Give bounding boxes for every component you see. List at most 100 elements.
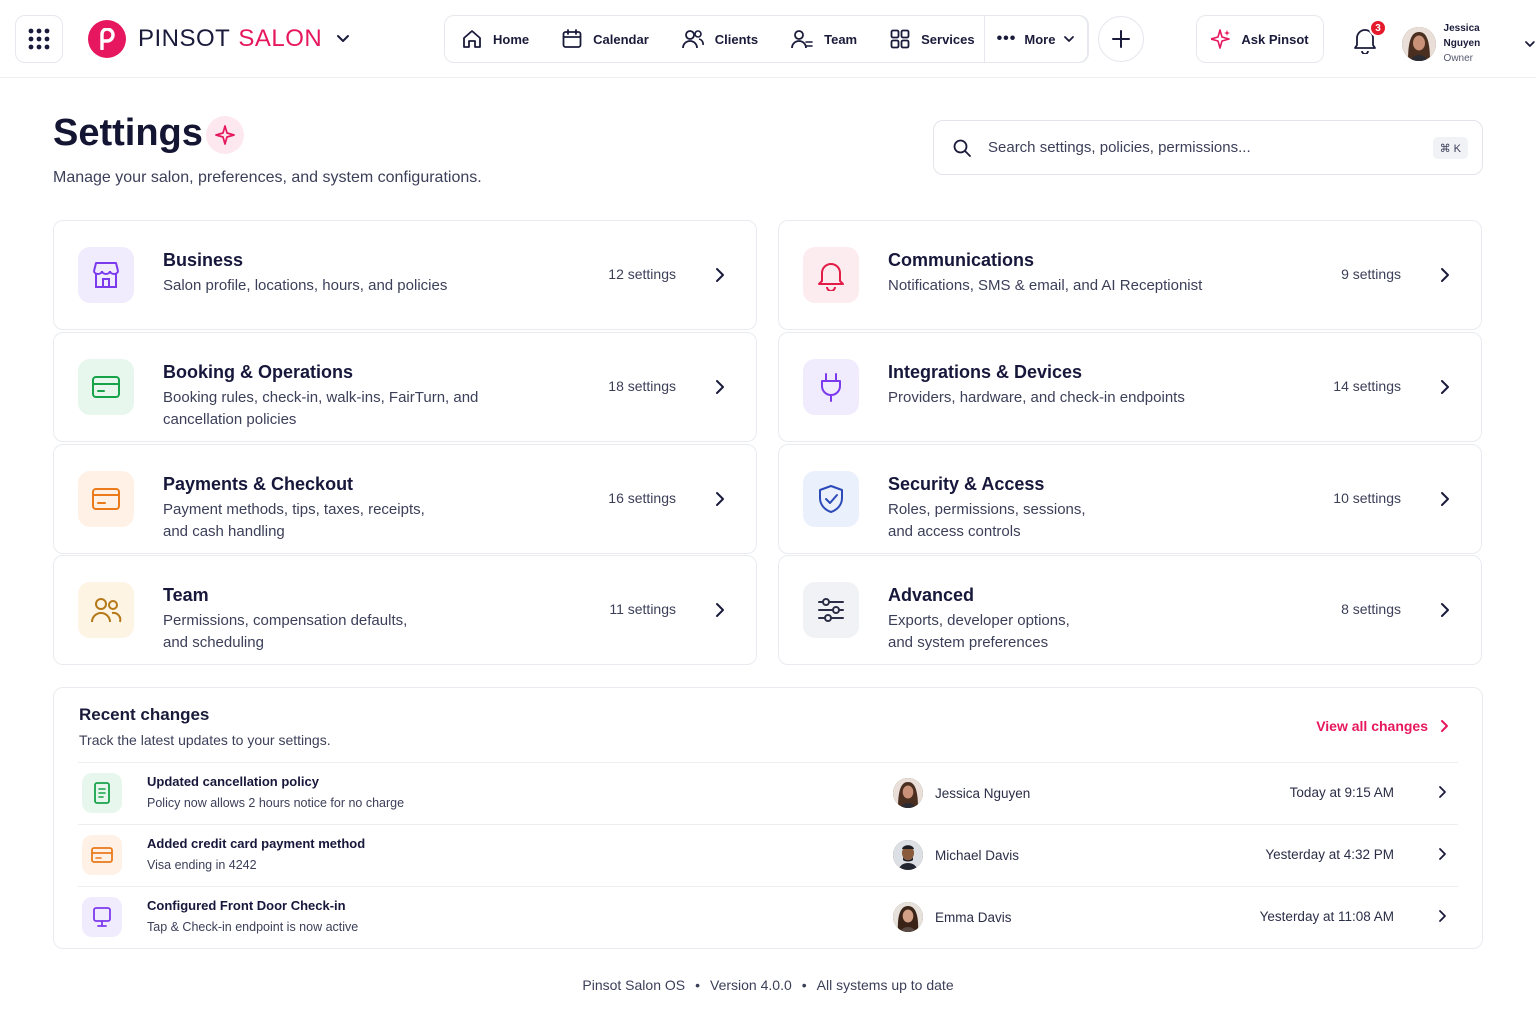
bell-icon: [818, 263, 844, 291]
user-menu[interactable]: Jessica Nguyen Owner: [1402, 21, 1536, 66]
change-user: Emma Davis: [935, 909, 1012, 925]
footer-product: Pinsot Salon OS: [582, 977, 686, 993]
nav-calendar[interactable]: Calendar: [561, 16, 649, 62]
notification-badge: 3: [1369, 19, 1387, 37]
calendar-icon: [562, 29, 582, 48]
settings-card-communications[interactable]: Communications Notifications, SMS & emai…: [778, 220, 1482, 330]
avatar: [1402, 26, 1436, 61]
card-description: Providers, hardware, and check-in endpoi…: [888, 389, 1185, 406]
card-description: Payment methods, tips, taxes, receipts, a…: [163, 501, 425, 540]
change-user: Jessica Nguyen: [935, 785, 1031, 801]
card-title: Security & Access: [888, 474, 1045, 494]
nav-team[interactable]: Team: [790, 16, 857, 62]
settings-search[interactable]: ⌘ K: [933, 120, 1483, 175]
user-name: Jessica Nguyen: [1443, 23, 1481, 49]
card-title: Advanced: [888, 585, 975, 605]
brand-p-icon: [100, 28, 115, 50]
recent-changes-title: Recent changes: [79, 705, 210, 724]
settings-card-security[interactable]: Security & Access Roles, permissions, se…: [778, 444, 1482, 554]
chevron-right-icon: [1439, 848, 1446, 860]
grid-icon: [28, 28, 50, 50]
brand-switcher[interactable]: PINSOT SALON: [88, 20, 350, 58]
nav-home[interactable]: Home: [461, 16, 529, 62]
chevron-right-icon: [716, 380, 724, 394]
sparkle-icon: [1211, 29, 1231, 49]
card-description: Notifications, SMS & email, and AI Recep…: [888, 277, 1203, 294]
settings-card-team[interactable]: Team Permissions, compensation defaults,…: [53, 555, 757, 665]
settings-card-business[interactable]: Business Salon profile, locations, hours…: [53, 220, 757, 330]
card-title: Payments & Checkout: [163, 474, 354, 494]
card-description: Salon profile, locations, hours, and pol…: [163, 277, 448, 294]
search-input[interactable]: [988, 139, 1408, 156]
avatar-image: [893, 840, 923, 870]
avatar-image: [1402, 26, 1436, 61]
plug-icon: [821, 373, 841, 402]
brand-name-accent: SALON: [238, 25, 323, 52]
document-icon: [94, 782, 110, 804]
change-time: Yesterday at 4:32 PM: [1265, 847, 1394, 862]
chevron-down-icon: [1525, 40, 1535, 47]
nav-services-label: Services: [921, 31, 975, 47]
shield-icon: [819, 485, 843, 513]
add-button[interactable]: [1098, 16, 1144, 62]
change-row[interactable]: Configured Front Door Check-in Tap & Che…: [78, 886, 1458, 948]
nav-more[interactable]: ••• More: [984, 15, 1088, 63]
chevron-down-icon: [337, 35, 350, 42]
settings-card-payments[interactable]: Payments & Checkout Payment methods, tip…: [53, 444, 757, 554]
view-all-changes-link[interactable]: View all changes: [1316, 718, 1450, 734]
chevron-right-icon: [1441, 720, 1448, 732]
chevron-right-icon: [1441, 380, 1449, 394]
app-grid-button[interactable]: [15, 15, 63, 63]
card-title: Business: [163, 250, 244, 270]
ask-pinsot-label: Ask Pinsot: [1241, 31, 1309, 47]
nav-clients[interactable]: Clients: [681, 16, 758, 62]
ai-sparkle-badge[interactable]: [206, 116, 244, 154]
ask-pinsot-button[interactable]: Ask Pinsot: [1196, 15, 1324, 63]
avatar-image: [893, 902, 923, 932]
chevron-right-icon: [1441, 268, 1449, 282]
home-icon: [463, 30, 481, 48]
avatar: [893, 902, 923, 932]
nav-home-label: Home: [493, 31, 530, 47]
search-icon: [953, 139, 971, 157]
card-count: 10 settings: [1333, 490, 1401, 506]
change-row[interactable]: Added credit card payment method Visa en…: [78, 824, 1458, 886]
people-icon: [91, 598, 122, 623]
avatar-image: [893, 778, 923, 808]
chevron-right-icon: [1441, 603, 1449, 617]
page-title: Settings: [53, 112, 203, 154]
card-count: 18 settings: [608, 378, 676, 394]
main-nav: Home Calendar Clients Team Services ••• …: [444, 15, 1089, 63]
settings-card-booking[interactable]: Booking & Operations Booking rules, chec…: [53, 332, 757, 442]
card-title: Integrations & Devices: [888, 362, 1083, 382]
sliders-icon: [818, 598, 844, 622]
user-role: Owner: [1443, 53, 1473, 64]
view-all-label: View all changes: [1316, 718, 1428, 734]
nav-more-label: More: [1024, 31, 1056, 47]
change-title: Configured Front Door Check-in: [147, 898, 346, 913]
change-title: Added credit card payment method: [147, 836, 366, 851]
card-count: 8 settings: [1341, 601, 1401, 617]
more-dots-icon: •••: [996, 30, 1017, 47]
avatar: [893, 778, 923, 808]
card-count: 16 settings: [608, 490, 676, 506]
footer-version: Version 4.0.0: [710, 977, 792, 993]
card-description: Permissions, compensation defaults, and s…: [163, 612, 408, 651]
nav-services[interactable]: Services: [889, 16, 975, 62]
tablet-icon: [93, 907, 111, 927]
card-count: 12 settings: [608, 266, 676, 282]
brand-name: PINSOT SALON: [138, 25, 322, 53]
plus-icon: [1112, 30, 1130, 48]
settings-card-advanced[interactable]: Advanced Exports, developer options, and …: [778, 555, 1482, 665]
card-count: 11 settings: [609, 601, 676, 617]
credit-card-icon: [91, 847, 113, 863]
card-description: Roles, permissions, sessions, and access …: [888, 501, 1086, 540]
brand-name-main: PINSOT: [138, 25, 231, 52]
credit-card-icon: [92, 488, 120, 510]
nav-team-label: Team: [824, 31, 858, 47]
chevron-right-icon: [1441, 492, 1449, 506]
footer-status: All systems up to date: [816, 977, 954, 993]
change-row[interactable]: Updated cancellation policy Policy now a…: [78, 762, 1458, 824]
settings-card-integrations[interactable]: Integrations & Devices Providers, hardwa…: [778, 332, 1482, 442]
footer: Pinsot Salon OS • Version 4.0.0 • All system…: [582, 977, 954, 993]
